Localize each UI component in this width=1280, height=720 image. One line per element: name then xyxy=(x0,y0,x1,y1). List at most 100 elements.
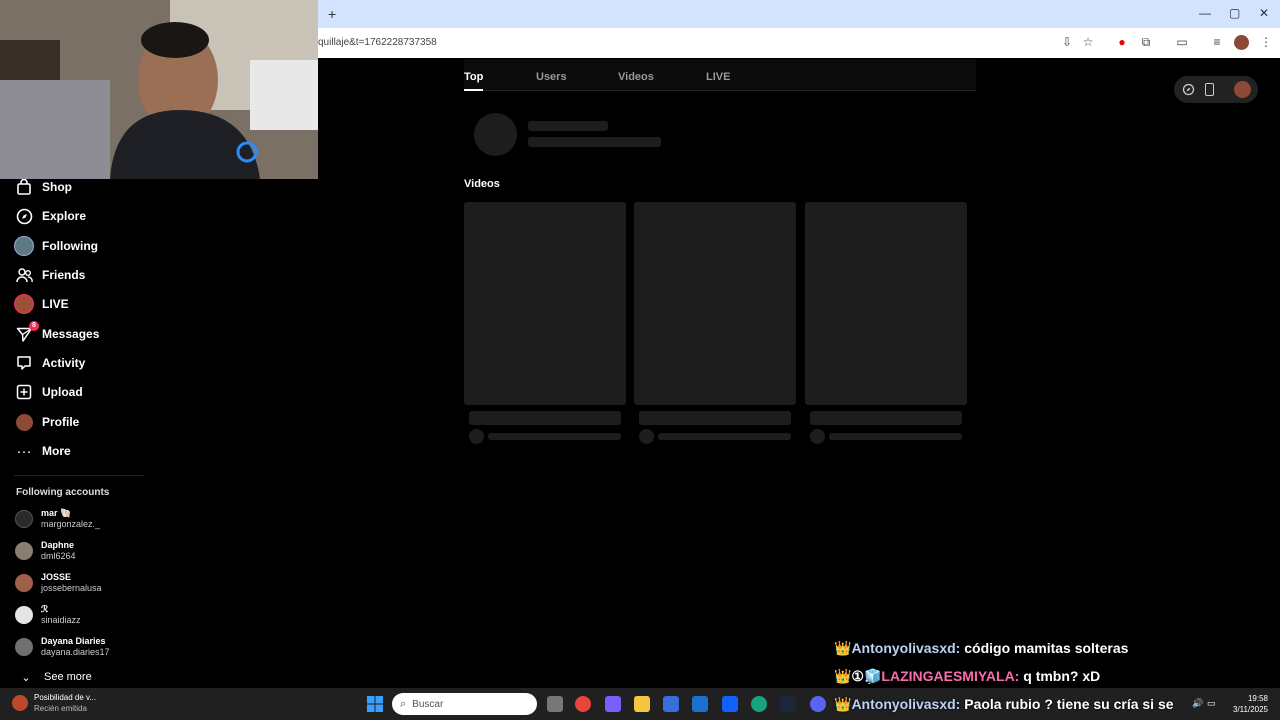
tab-videos[interactable]: Videos xyxy=(618,71,654,83)
sidebar-divider xyxy=(14,475,144,476)
avatar xyxy=(15,542,33,560)
webcam-overlay xyxy=(0,0,318,179)
windows-start-icon[interactable] xyxy=(367,696,383,712)
sidebar-item-shop[interactable]: Shop xyxy=(14,176,72,198)
sidebar-item-messages[interactable]: 8 Messages xyxy=(14,321,99,345)
account-name: Dayana Diaries xyxy=(41,636,106,646)
url-text[interactable]: quillaje&t=1762228737358 xyxy=(318,37,437,48)
kebab-menu-icon[interactable]: ⋮ xyxy=(1259,35,1273,49)
avatar xyxy=(15,574,33,592)
close-button[interactable]: ✕ xyxy=(1259,6,1269,20)
account-item[interactable]: Daphne dml6264 xyxy=(15,540,76,562)
install-icon[interactable]: ⇩ xyxy=(1060,35,1074,49)
sidebar-item-label: Shop xyxy=(42,180,72,194)
video-skeleton-avatar xyxy=(639,429,654,444)
volume-icon[interactable]: 🔊 xyxy=(1192,698,1203,709)
taskbar-clock[interactable]: 19:58 3/11/2025 xyxy=(1228,693,1268,715)
opera-icon[interactable]: ● xyxy=(1115,35,1129,49)
sidebar-item-label: Activity xyxy=(42,356,86,370)
profile-avatar[interactable] xyxy=(1234,81,1251,98)
file-explorer-icon[interactable] xyxy=(634,696,650,712)
upload-icon xyxy=(14,382,34,402)
chevron-down-icon: ⌄ xyxy=(21,671,31,684)
profile-avatar[interactable] xyxy=(1234,35,1249,50)
video-skeleton-author xyxy=(658,433,791,440)
following-accounts-title: Following accounts xyxy=(16,487,110,498)
maximize-button[interactable]: ▢ xyxy=(1229,6,1240,20)
activity-icon xyxy=(14,353,34,373)
see-more-button[interactable]: ⌄ See more xyxy=(16,666,91,688)
avatar xyxy=(15,606,33,624)
account-username: sinaidiazz xyxy=(41,615,81,625)
sidebar-item-live[interactable]: LIVE xyxy=(14,293,69,315)
outlook-icon[interactable] xyxy=(692,696,708,712)
video-skeleton-caption xyxy=(639,411,791,425)
videos-section-title: Videos xyxy=(464,178,500,190)
account-name: JOSSE xyxy=(41,572,72,582)
user-skeleton-line xyxy=(528,121,608,131)
sidebar-item-label: Upload xyxy=(42,385,83,399)
chat-text: código mamitas solteras xyxy=(964,640,1129,656)
account-item[interactable]: JOSSE jossebernalusa xyxy=(15,572,102,594)
messages-badge: 8 xyxy=(29,321,39,331)
new-tab-button[interactable]: + xyxy=(328,6,336,22)
sidebar-item-friends[interactable]: Friends xyxy=(14,264,85,286)
clock-date: 3/11/2025 xyxy=(1233,705,1268,714)
chat-badges: 👑①🧊 xyxy=(834,668,882,684)
chat-text: Paola rubio ? tiene su cría si se xyxy=(964,696,1174,712)
discord-icon[interactable] xyxy=(810,696,826,712)
taskbar-search[interactable]: ⌕ Buscar xyxy=(392,693,537,715)
video-skeleton-card xyxy=(634,202,796,405)
mobile-icon[interactable] xyxy=(1205,83,1214,96)
live-avatar xyxy=(14,294,34,314)
account-item[interactable]: mar 🐚 margonzalez._ xyxy=(15,508,100,530)
chat-message: 👑Antonyolivasxd: código mamitas solteras xyxy=(834,640,1128,657)
compass-icon xyxy=(14,206,34,226)
tab-users[interactable]: Users xyxy=(536,71,567,83)
edge-icon[interactable] xyxy=(751,696,767,712)
search-icon: ⌕ xyxy=(400,697,407,710)
clock-time: 19:58 xyxy=(1247,694,1268,703)
account-username: dayana.diaries17 xyxy=(41,647,110,657)
sidebar-item-activity[interactable]: Activity xyxy=(14,352,85,374)
extensions-icon[interactable]: ⧉ xyxy=(1139,35,1153,49)
bookmark-star-icon[interactable]: ☆ xyxy=(1081,35,1095,49)
sidebar-item-profile[interactable]: Profile xyxy=(14,411,79,433)
avatar xyxy=(15,510,33,528)
sidebar-item-following[interactable]: Following xyxy=(14,235,98,257)
account-name: ℛ xyxy=(41,604,49,614)
chat-message: 👑①🧊LAZINGAESMIYALA: q tmbn? xD xyxy=(834,668,1100,685)
sidebar-item-label: Following xyxy=(42,239,98,253)
tab-top[interactable]: Top xyxy=(464,71,483,83)
account-item[interactable]: Dayana Diaries dayana.diaries17 xyxy=(15,636,110,658)
task-view-icon[interactable] xyxy=(547,696,563,712)
video-skeleton-card xyxy=(464,202,626,405)
video-skeleton-caption xyxy=(810,411,962,425)
video-skeleton-avatar xyxy=(469,429,484,444)
sidebar-item-explore[interactable]: Explore xyxy=(14,205,86,227)
notification-subtitle: Recién emitida xyxy=(34,704,87,713)
minimize-button[interactable]: — xyxy=(1199,6,1211,20)
store-icon[interactable] xyxy=(663,696,679,712)
sidebar-item-upload[interactable]: Upload xyxy=(14,381,83,403)
chat-badges: 👑 xyxy=(834,640,852,656)
user-skeleton-avatar xyxy=(474,113,517,156)
steam-icon[interactable] xyxy=(780,696,796,712)
notification-title: Posibilidad de v... xyxy=(34,693,97,702)
video-skeleton-card xyxy=(805,202,967,405)
sidebar-item-more[interactable]: ··· More xyxy=(14,440,71,462)
account-item[interactable]: ℛsinaidiazz xyxy=(15,604,81,626)
account-username: margonzalez._ xyxy=(41,519,101,529)
avatar xyxy=(14,236,34,256)
sidebar-item-label: LIVE xyxy=(42,297,69,311)
split-view-icon[interactable]: ▭ xyxy=(1175,35,1189,49)
battery-icon[interactable]: ▭ xyxy=(1207,698,1216,709)
media-control-icon[interactable]: ≡ xyxy=(1210,35,1224,49)
chrome-icon[interactable] xyxy=(575,696,591,712)
copilot-icon[interactable] xyxy=(605,696,621,712)
dropbox-icon[interactable] xyxy=(722,696,738,712)
tab-live[interactable]: LIVE xyxy=(706,71,730,83)
compass-icon[interactable] xyxy=(1182,83,1195,96)
chat-badges: 👑 xyxy=(834,696,852,712)
notification-item[interactable]: Posibilidad de v... Recién emitida xyxy=(12,692,96,714)
